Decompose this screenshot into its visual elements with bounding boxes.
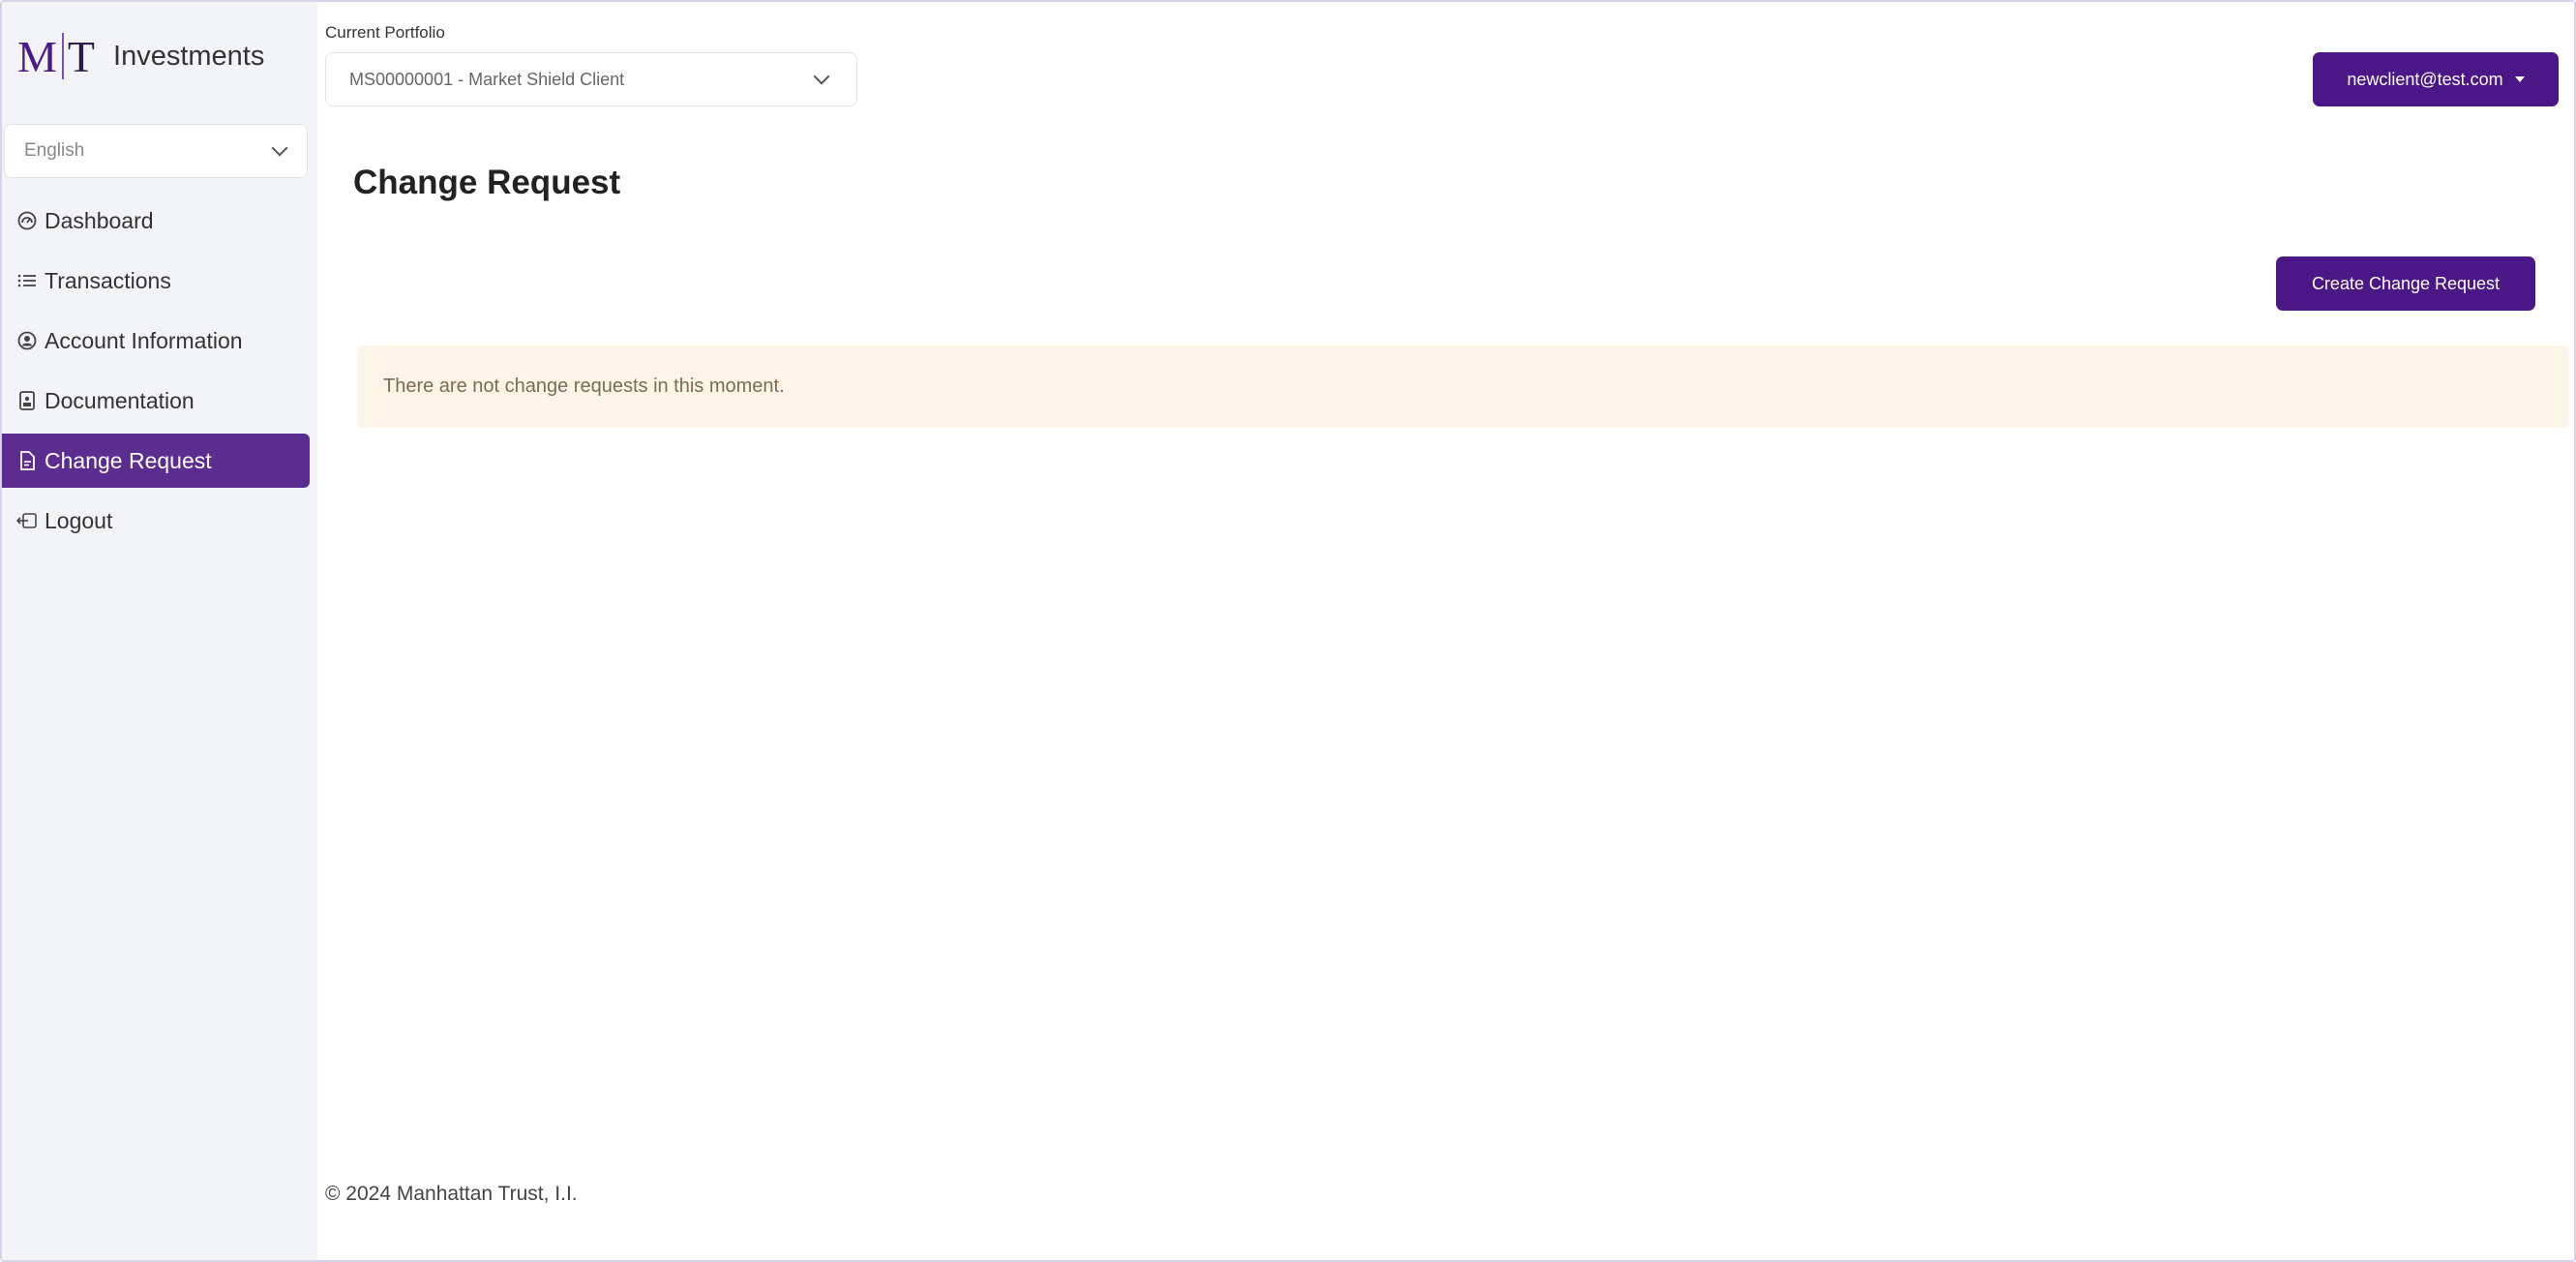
user-circle-icon <box>14 331 41 350</box>
footer-copyright: © 2024 Manhattan Trust, I.I. <box>325 1183 578 1205</box>
chevron-down-icon <box>271 139 288 157</box>
user-email: newclient@test.com <box>2347 69 2503 89</box>
sidebar-item-label: Dashboard <box>45 207 154 233</box>
sidebar-item-label: Account Information <box>45 327 243 353</box>
empty-state-message: There are not change requests in this mo… <box>383 376 785 397</box>
dashboard-icon <box>14 211 41 230</box>
sidebar-item-account-information[interactable]: Account Information <box>2 314 310 368</box>
sidebar-item-logout[interactable]: Logout <box>2 494 310 548</box>
logo-divider <box>61 33 64 79</box>
sidebar-item-label: Documentation <box>45 387 195 413</box>
user-menu-button[interactable]: newclient@test.com <box>2313 52 2559 106</box>
page-title: Change Request <box>353 164 621 201</box>
list-icon <box>14 272 41 289</box>
create-change-request-button[interactable]: Create Change Request <box>2276 256 2535 311</box>
logo-letter-m: M <box>17 31 58 81</box>
sidebar-item-transactions[interactable]: Transactions <box>2 254 310 308</box>
logo-letter-t: T <box>67 31 97 81</box>
sidebar-item-label: Logout <box>45 507 113 533</box>
sidebar-item-dashboard[interactable]: Dashboard <box>2 194 310 248</box>
chevron-down-icon <box>813 68 830 85</box>
language-value: English <box>24 140 85 161</box>
document-icon <box>14 391 41 410</box>
caret-down-icon <box>2514 76 2525 82</box>
sidebar-item-label: Change Request <box>45 447 212 473</box>
app-window: MT Investments English Dashboard Transac… <box>0 0 2576 1262</box>
sidebar-item-change-request[interactable]: Change Request <box>2 434 310 488</box>
logo-mark: MT <box>17 31 96 82</box>
empty-state-alert: There are not change requests in this mo… <box>358 346 2568 428</box>
language-select[interactable]: English <box>4 124 308 178</box>
file-edit-icon <box>14 451 41 470</box>
brand-logo[interactable]: MT Investments <box>17 27 264 85</box>
portfolio-select[interactable]: MS00000001 - Market Shield Client <box>325 52 857 106</box>
logout-icon <box>14 512 41 529</box>
brand-name: Investments <box>113 40 265 72</box>
portfolio-value: MS00000001 - Market Shield Client <box>349 69 625 89</box>
sidebar-item-label: Transactions <box>45 267 171 293</box>
sidebar: MT Investments English Dashboard Transac… <box>2 2 317 1260</box>
sidebar-nav: Dashboard Transactions Account Informati… <box>2 194 310 554</box>
sidebar-item-documentation[interactable]: Documentation <box>2 374 310 428</box>
portfolio-label: Current Portfolio <box>325 23 445 42</box>
